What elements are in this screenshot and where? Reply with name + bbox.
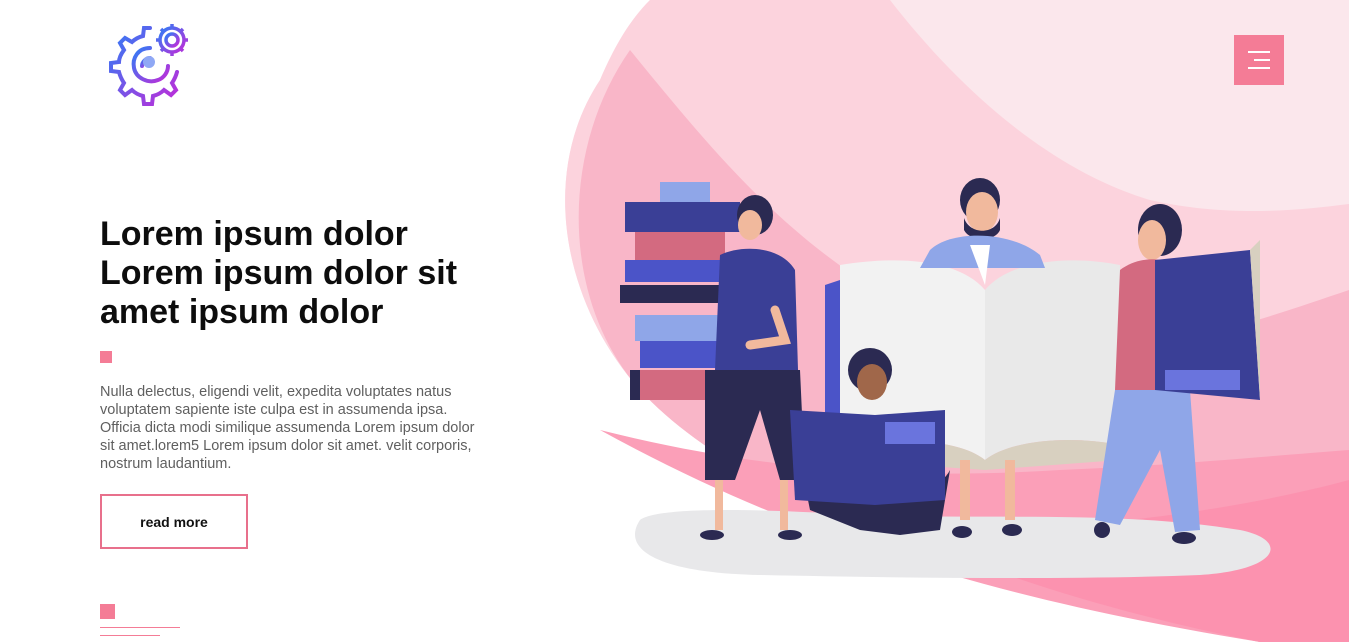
decorative-line: [100, 627, 180, 628]
gears-logo-icon[interactable]: [106, 18, 196, 108]
hamburger-menu-icon: [1248, 51, 1270, 53]
accent-square: [100, 351, 112, 363]
hero-description: Nulla delectus, eligendi velit, expedita…: [100, 384, 475, 472]
people-reading-books-illustration: [620, 178, 1271, 579]
decorative-square: [100, 604, 115, 619]
menu-bar-bottom: [1248, 67, 1270, 69]
hero-title: Lorem ipsum dolor Lorem ipsum dolor sit …: [100, 215, 500, 332]
hero-title-line-1: Lorem ipsum dolor: [100, 215, 408, 253]
hero-title-line-2: Lorem ipsum dolor sit: [100, 254, 458, 292]
hero-title-line-3: amet ipsum dolor: [100, 293, 384, 331]
read-more-button[interactable]: read more: [100, 494, 248, 549]
decorative-line-short: [100, 635, 160, 636]
hero-section: Lorem ipsum dolor Lorem ipsum dolor sit …: [100, 215, 500, 549]
menu-button[interactable]: [1234, 35, 1284, 85]
menu-bar-middle: [1254, 59, 1270, 61]
